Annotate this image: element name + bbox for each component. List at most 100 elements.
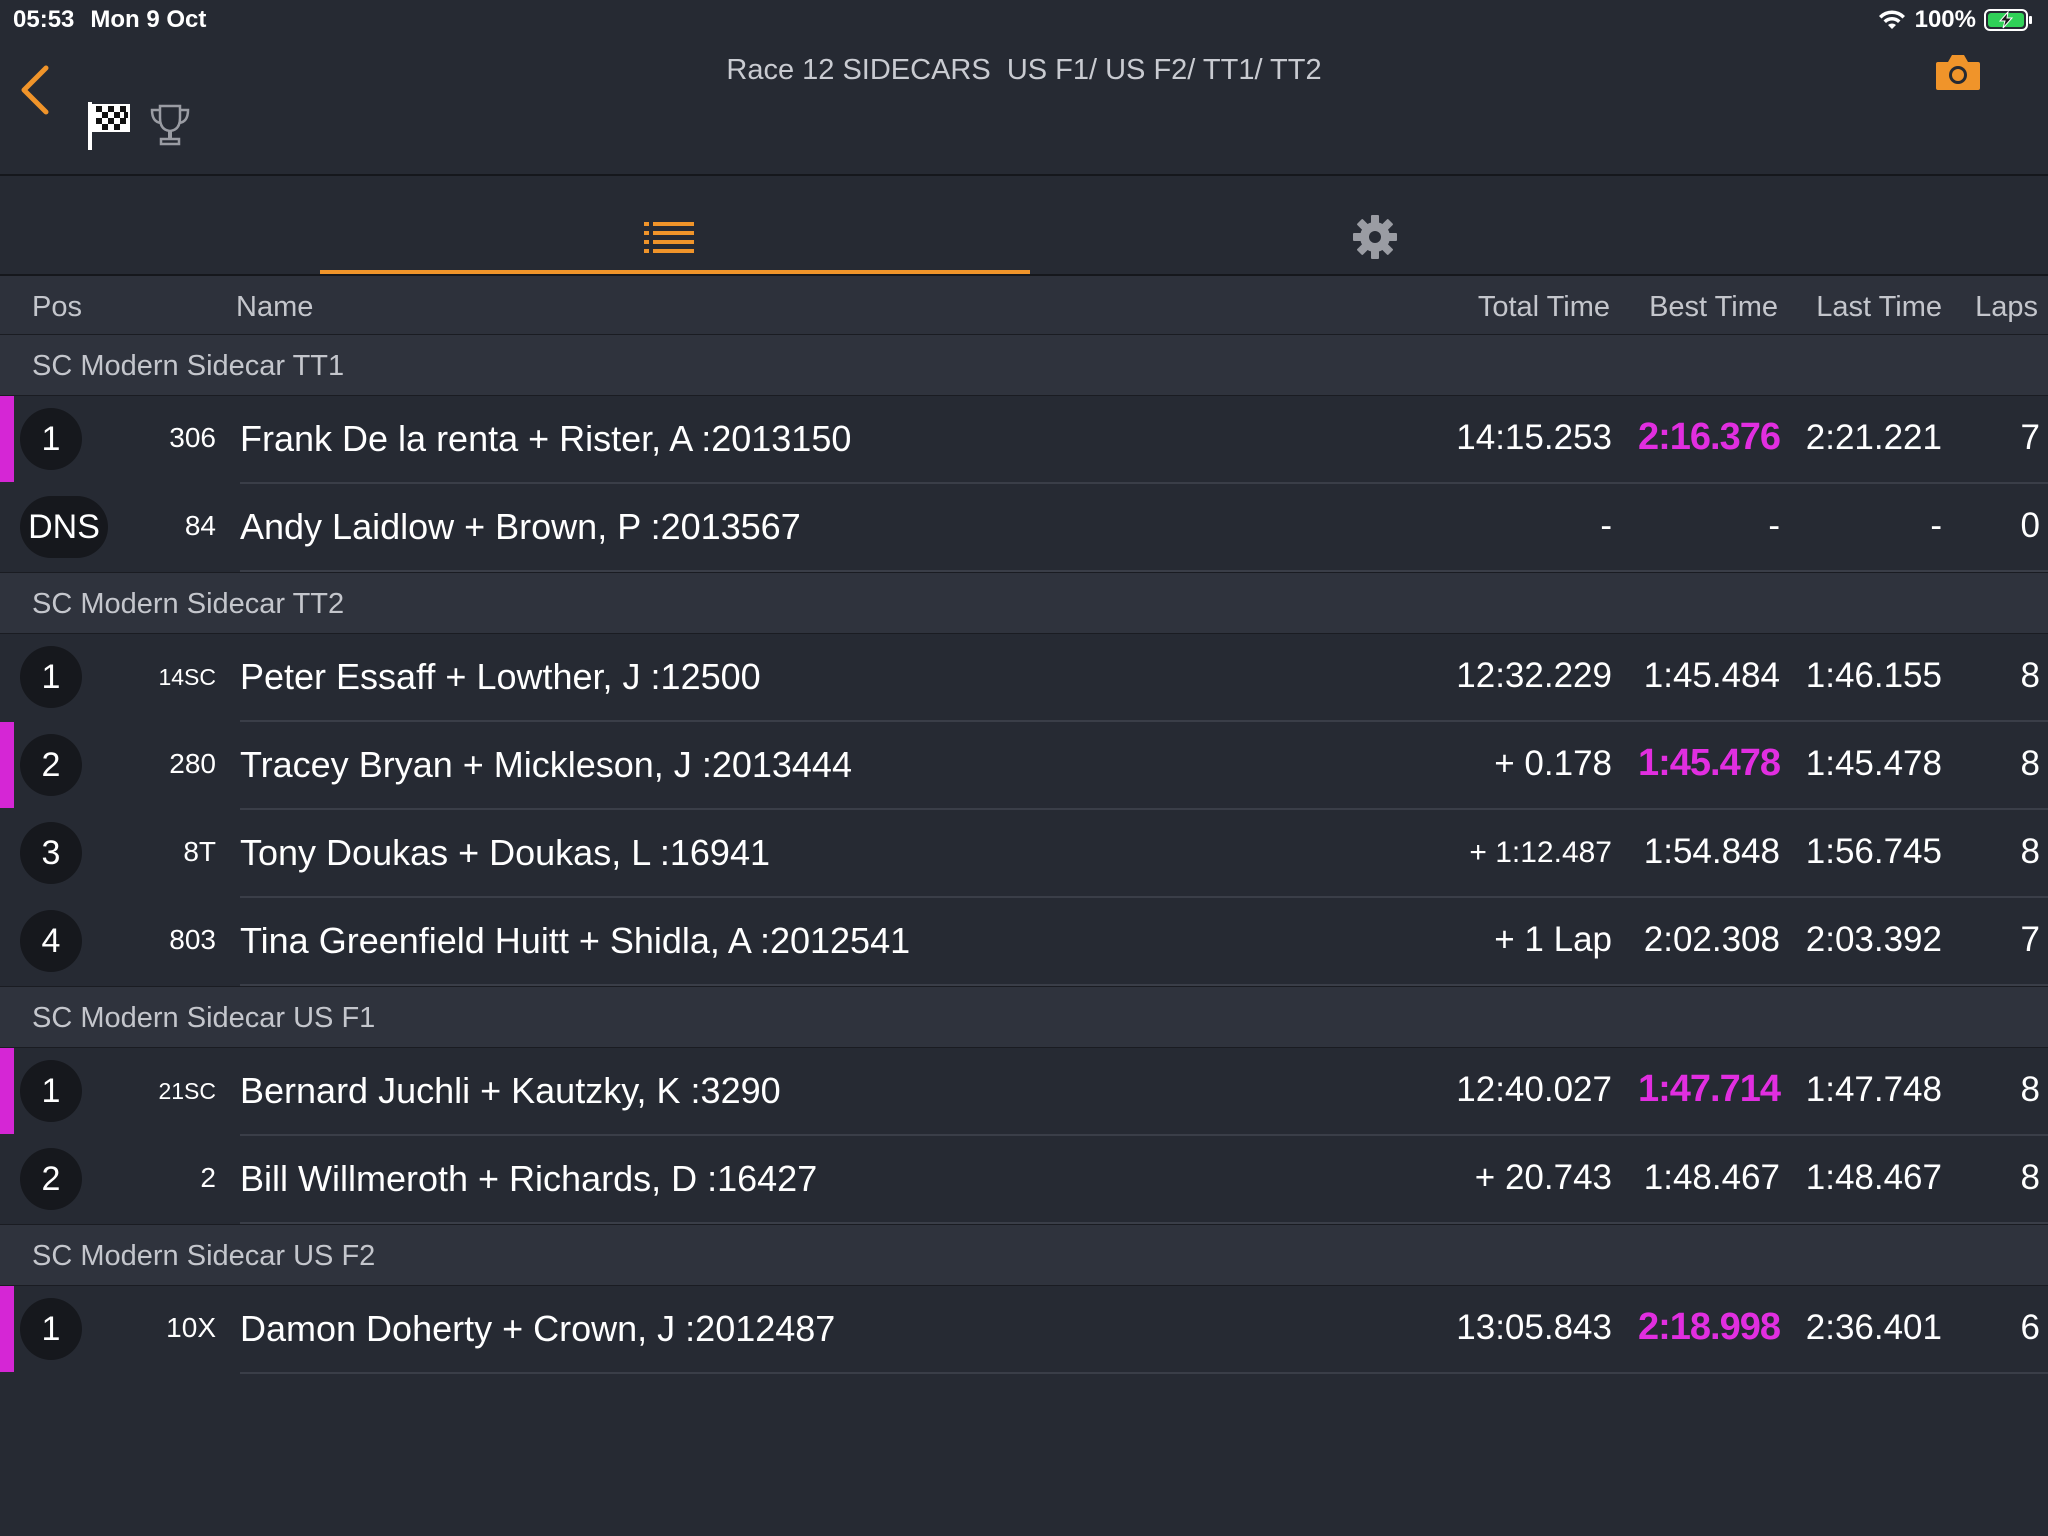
trophy-icon[interactable] — [148, 102, 192, 148]
laps: 0 — [2020, 506, 2040, 545]
total-time: - — [1600, 506, 1612, 545]
best-time: 1:47.714 — [1637, 1068, 1781, 1110]
race-number: 803 — [169, 924, 216, 955]
total-time: + 1 Lap — [1494, 920, 1612, 959]
result-row[interactable]: 2 280 Tracey Bryan + Mickleson, J :20134… — [0, 722, 2048, 810]
column-header-name[interactable]: Name — [236, 291, 313, 324]
column-header-best-time[interactable]: Best Time — [1649, 291, 1778, 324]
camera-icon[interactable] — [1934, 52, 1982, 92]
column-header-last-time[interactable]: Last Time — [1816, 291, 1942, 324]
class-header: SC Modern Sidecar TT2 — [0, 572, 2048, 634]
position-badge: 3 — [20, 822, 82, 884]
laps: 8 — [2020, 656, 2040, 695]
position-badge: 1 — [20, 1298, 82, 1360]
class-header: SC Modern Sidecar US F1 — [0, 986, 2048, 1048]
result-row[interactable]: 3 8T Tony Doukas + Doukas, L :16941 + 1:… — [0, 810, 2048, 898]
laps: 7 — [2020, 920, 2040, 959]
last-time: 2:21.221 — [1805, 418, 1942, 457]
column-header-pos[interactable]: Pos — [32, 291, 82, 324]
total-time: 12:32.229 — [1456, 656, 1612, 695]
best-time: 1:45.478 — [1637, 742, 1781, 784]
rider-name: Tony Doukas + Doukas, L :16941 — [240, 832, 770, 873]
best-time: 2:02.308 — [1643, 920, 1780, 959]
position-badge: 1 — [20, 408, 82, 470]
race-number: 280 — [169, 748, 216, 779]
fastest-lap-marker — [0, 722, 14, 808]
result-row[interactable]: 1 21SC Bernard Juchli + Kautzky, K :3290… — [0, 1048, 2048, 1136]
total-time: + 0.178 — [1494, 744, 1612, 783]
class-header: SC Modern Sidecar TT1 — [0, 334, 2048, 396]
gear-icon — [1353, 215, 1397, 259]
laps: 8 — [2020, 1070, 2040, 1109]
race-number: 21SC — [158, 1078, 216, 1104]
race-number: 2 — [200, 1162, 216, 1193]
last-time: 1:56.745 — [1805, 832, 1942, 871]
result-row[interactable]: 1 306 Frank De la renta + Rister, A :201… — [0, 396, 2048, 484]
rider-name: Bill Willmeroth + Richards, D :16427 — [240, 1158, 818, 1199]
result-row[interactable]: 4 803 Tina Greenfield Huitt + Shidla, A … — [0, 898, 2048, 986]
position-badge: 1 — [20, 1060, 82, 1122]
last-time: 1:47.748 — [1805, 1070, 1942, 1109]
status-right: 100% — [1877, 6, 2034, 34]
total-time: 13:05.843 — [1456, 1308, 1612, 1347]
best-time: 1:48.467 — [1643, 1158, 1780, 1197]
best-time: 2:18.998 — [1637, 1306, 1781, 1348]
race-number: 8T — [183, 836, 216, 867]
position-badge: 2 — [20, 1148, 82, 1210]
position-badge: 1 — [20, 646, 82, 708]
active-tab-indicator — [320, 270, 1030, 274]
result-row[interactable]: 1 14SC Peter Essaff + Lowther, J :12500 … — [0, 634, 2048, 722]
rider-name: Damon Doherty + Crown, J :2012487 — [240, 1308, 836, 1349]
status-left: 05:53 Mon 9 Oct — [13, 6, 206, 34]
battery-percent: 100% — [1914, 6, 1976, 33]
fastest-lap-marker — [0, 1048, 14, 1134]
race-number: 14SC — [158, 664, 216, 690]
list-icon — [644, 222, 694, 253]
total-time: 12:40.027 — [1456, 1070, 1612, 1109]
wifi-icon — [1878, 10, 1905, 29]
fastest-lap-marker — [0, 1286, 14, 1372]
position-badge: DNS — [20, 496, 108, 558]
total-time: + 20.743 — [1474, 1158, 1612, 1197]
result-row[interactable]: 1 10X Damon Doherty + Crown, J :2012487 … — [0, 1286, 2048, 1374]
race-number: 84 — [184, 510, 216, 541]
tab-results-list[interactable] — [320, 176, 1030, 274]
rider-name: Andy Laidlow + Brown, P :2013567 — [240, 506, 801, 547]
page-title: Race 12 SIDECARS US F1/ US F2/ TT1/ TT2 — [726, 54, 1322, 86]
last-time: 1:46.155 — [1805, 656, 1942, 695]
result-row[interactable]: DNS 84 Andy Laidlow + Brown, P :2013567 … — [0, 484, 2048, 572]
tab-settings[interactable] — [1030, 176, 1720, 274]
last-time: - — [1930, 506, 1942, 545]
last-time: 1:45.478 — [1805, 744, 1942, 783]
rider-name: Peter Essaff + Lowther, J :12500 — [240, 656, 761, 697]
column-header-laps[interactable]: Laps — [1975, 291, 2038, 324]
checkered-flag-icon[interactable] — [86, 100, 132, 152]
laps: 6 — [2020, 1308, 2040, 1347]
best-time: 1:45.484 — [1643, 656, 1780, 695]
total-time: + 1:12.487 — [1469, 836, 1612, 869]
result-row[interactable]: 2 2 Bill Willmeroth + Richards, D :16427… — [0, 1136, 2048, 1224]
last-time: 1:48.467 — [1805, 1158, 1942, 1197]
class-name: SC Modern Sidecar TT1 — [32, 350, 345, 382]
best-time: 2:16.376 — [1637, 416, 1781, 458]
results-list: SC Modern Sidecar TT1 1 306 Frank De la … — [0, 334, 2048, 1374]
table-header: Pos Name Total Time Best Time Last Time … — [0, 276, 2048, 334]
rider-name: Tina Greenfield Huitt + Shidla, A :20125… — [240, 920, 911, 961]
total-time: 14:15.253 — [1456, 418, 1612, 457]
class-name: SC Modern Sidecar TT2 — [32, 588, 345, 620]
race-number: 10X — [166, 1312, 216, 1343]
status-time: 05:53 — [13, 6, 75, 33]
status-bar: 05:53 Mon 9 Oct 100% — [0, 0, 2048, 40]
tab-bar — [0, 176, 2048, 276]
status-date: Mon 9 Oct — [90, 6, 207, 33]
battery-charging-icon — [1984, 9, 2032, 31]
column-header-total-time[interactable]: Total Time — [1478, 291, 1610, 324]
last-time: 2:03.392 — [1805, 920, 1942, 959]
laps: 8 — [2020, 1158, 2040, 1197]
rider-name: Frank De la renta + Rister, A :2013150 — [240, 418, 852, 459]
last-time: 2:36.401 — [1805, 1308, 1942, 1347]
laps: 8 — [2020, 832, 2040, 871]
best-time: - — [1768, 506, 1780, 545]
nav-header: Race 12 SIDECARS US F1/ US F2/ TT1/ TT2 — [0, 40, 2048, 176]
class-name: SC Modern Sidecar US F1 — [32, 1002, 376, 1034]
